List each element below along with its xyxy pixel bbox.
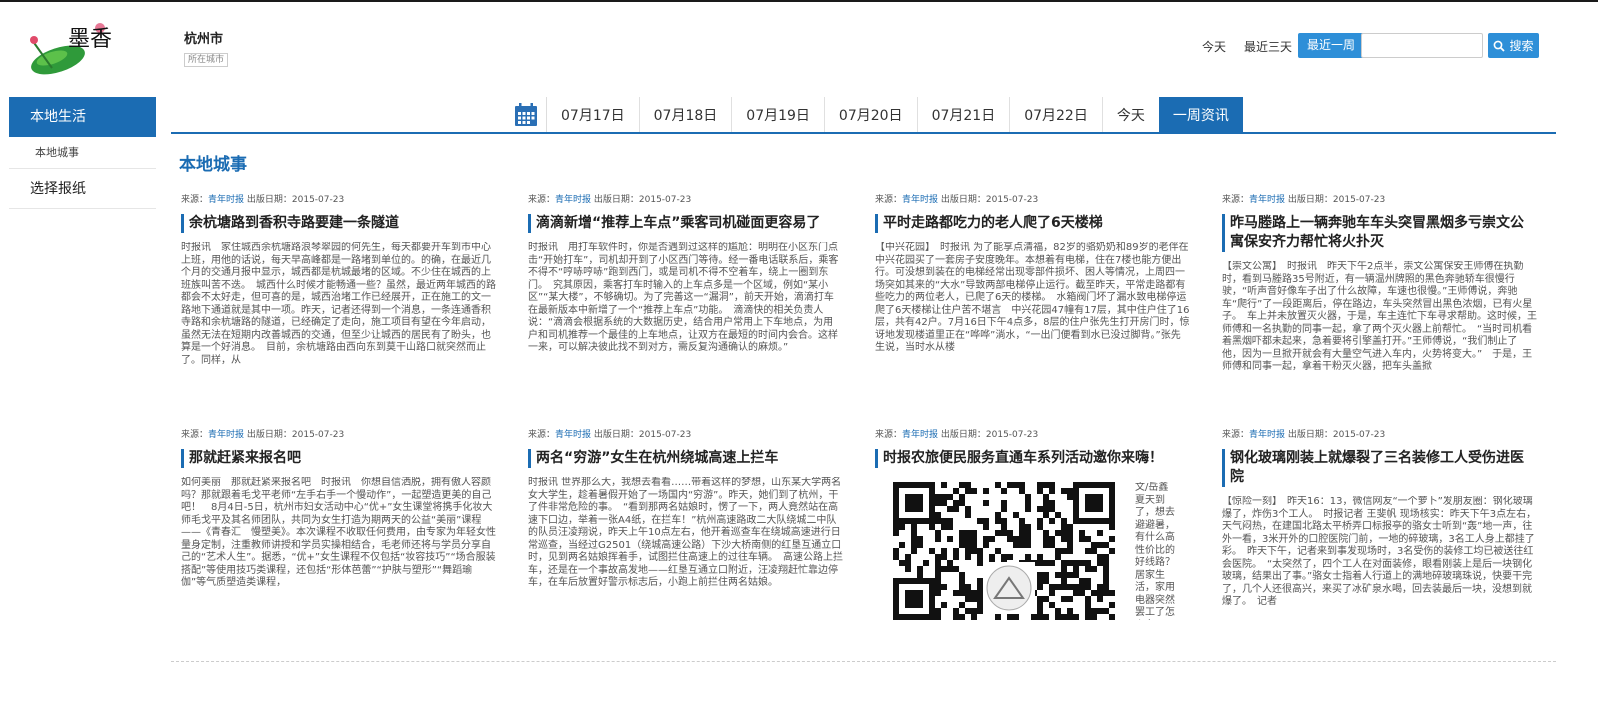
article-card: 来源：青年时报 出版日期：2015-07-23 滴滴新增“推荐上车点”乘客司机碰… — [528, 194, 843, 429]
tab-0717[interactable]: 07月17日 — [546, 97, 639, 132]
search-icon — [1494, 40, 1506, 52]
tabs-divider — [171, 132, 1556, 134]
range-lastweek-button[interactable]: 最近一周 — [1298, 33, 1365, 58]
article-qr-block: 文/岳鑫 夏天到了，想去避避暑，有什么高性价比的好线路？居家生活，家用电器突然罢… — [875, 482, 1190, 620]
article-source[interactable]: 青年时报 — [208, 430, 244, 440]
article-meta: 来源：青年时报 出版日期：2015-07-23 — [875, 430, 1039, 440]
article-meta: 来源：青年时报 出版日期：2015-07-23 — [528, 195, 692, 205]
article-title[interactable]: 时报农旅便民服务直通车系列活动邀你来嗨！ — [875, 449, 1190, 468]
article-source[interactable]: 青年时报 — [555, 430, 591, 440]
article-body: 【崇文公寓】 时报讯 昨天下午2点半，崇文公寓保安王师傅在执勤时，看到马塍路35… — [1222, 261, 1537, 372]
article-body: 时报讯 家住城西余杭塘路浪琴翠园的何先生，每天都要开车到市中心上班，用他的话说，… — [181, 242, 496, 366]
tab-today[interactable]: 今天 — [1101, 97, 1159, 132]
article-title[interactable]: 钢化玻璃刚装上就爆裂了三名装修工人受伤进医院 — [1222, 449, 1537, 487]
sidebar-item-choose-paper[interactable]: 选择报纸 — [9, 169, 156, 209]
article-card: 来源：青年时报 出版日期：2015-07-23 昨马塍路上一辆奔驰车车头突冒黑烟… — [1222, 194, 1537, 429]
qr-code-image — [875, 482, 1129, 620]
tab-0721[interactable]: 07月21日 — [916, 97, 1010, 132]
article-meta: 来源：青年时报 出版日期：2015-07-23 — [875, 195, 1039, 205]
search-button[interactable]: 搜索 — [1488, 33, 1539, 58]
article-title[interactable]: 那就赶紧来报名吧 — [181, 449, 496, 468]
article-title[interactable]: 昨马塍路上一辆奔驰车车头突冒黑烟多亏崇文公寓保安齐力帮忙将火扑灭 — [1222, 214, 1537, 252]
city-label: 所在城市 — [184, 53, 229, 67]
range-today-link[interactable]: 今天 — [1202, 38, 1226, 55]
article-body: 【中兴花园】 时报讯 为了能享点清福，82岁的骆奶奶和89岁的老伴在中兴花园买了… — [875, 242, 1190, 353]
article-source[interactable]: 青年时报 — [1249, 195, 1285, 205]
article-card: 来源：青年时报 出版日期：2015-07-23 时报农旅便民服务直通车系列活动邀… — [875, 429, 1190, 664]
city-block: 杭州市 所在城市 — [184, 28, 229, 67]
sidebar-item-local-life[interactable]: 本地生活 — [9, 97, 156, 137]
article-card: 来源：青年时报 出版日期：2015-07-23 平时走路都吃力的老人爬了6天楼梯… — [875, 194, 1190, 429]
article-source[interactable]: 青年时报 — [902, 430, 938, 440]
article-source[interactable]: 青年时报 — [1249, 430, 1285, 440]
article-card: 来源：青年时报 出版日期：2015-07-23 钢化玻璃刚装上就爆裂了三名装修工… — [1222, 429, 1537, 664]
bottom-divider — [171, 661, 1556, 662]
article-source[interactable]: 青年时报 — [902, 195, 938, 205]
city-name: 杭州市 — [184, 32, 224, 47]
article-card: 来源：青年时报 出版日期：2015-07-23 那就赶紧来报名吧 如何美丽 那就… — [181, 429, 496, 664]
section-title: 本地城事 — [179, 155, 247, 175]
article-meta: 来源：青年时报 出版日期：2015-07-23 — [528, 430, 692, 440]
article-source[interactable]: 青年时报 — [208, 195, 244, 205]
article-body: 文/岳鑫 夏天到了，想去避避暑，有什么高性价比的好线路？居家生活，家用电器突然罢… — [1135, 482, 1178, 620]
range-last3-link[interactable]: 最近三天 — [1244, 38, 1292, 55]
tab-week-news[interactable]: 一周资讯 — [1158, 97, 1243, 132]
sidebar: 本地生活 本地城事 选择报纸 — [9, 97, 156, 209]
article-meta: 来源：青年时报 出版日期：2015-07-23 — [181, 195, 345, 205]
article-body: 时报讯 用打车软件时，你是否遇到过这样的尴尬：明明在小区东门点击“开始打车”，司… — [528, 242, 839, 353]
article-card: 来源：青年时报 出版日期：2015-07-23 两名“穷游”女生在杭州绕城高速上… — [528, 429, 843, 664]
search-button-label: 搜索 — [1509, 39, 1534, 53]
search-input[interactable] — [1361, 33, 1483, 58]
article-body: 时报讯 世界那么大，我想去看看……带着这样的梦想，山东某大学两名女大学生，趁着暑… — [528, 477, 843, 588]
sidebar-subitem-local-news[interactable]: 本地城事 — [9, 137, 156, 169]
logo-text: 墨香 — [68, 27, 112, 52]
article-title[interactable]: 余杭塘路到香积寺路要建一条隧道 — [181, 214, 496, 233]
article-title[interactable]: 滴滴新增“推荐上车点”乘客司机碰面更容易了 — [528, 214, 843, 233]
article-title[interactable]: 平时走路都吃力的老人爬了6天楼梯 — [875, 214, 1190, 233]
tab-0719[interactable]: 07月19日 — [731, 97, 824, 132]
article-body: 如何美丽 那就赶紧来报名吧 时报讯 你想自信洒脱，拥有傲人容颜吗？那就跟着毛戈平… — [181, 477, 496, 588]
article-meta: 来源：青年时报 出版日期：2015-07-23 — [181, 430, 345, 440]
tab-0722[interactable]: 07月22日 — [1009, 97, 1102, 132]
tab-0718[interactable]: 07月18日 — [638, 97, 732, 132]
calendar-icon[interactable] — [506, 97, 546, 132]
article-title[interactable]: 两名“穷游”女生在杭州绕城高速上拦车 — [528, 449, 843, 468]
date-tabs: 07月17日 07月18日 07月19日 07月20日 07月21日 07月22… — [506, 97, 1243, 132]
article-card: 来源：青年时报 出版日期：2015-07-23 余杭塘路到香积寺路要建一条隧道 … — [181, 194, 496, 429]
article-meta: 来源：青年时报 出版日期：2015-07-23 — [1222, 430, 1386, 440]
article-source[interactable]: 青年时报 — [555, 195, 591, 205]
article-body: 【惊险一刻】 昨天16：13，微信网友“一个萝卜”发朋友圈：钢化玻璃爆了，炸伤3… — [1222, 496, 1537, 607]
article-grid: 来源：青年时报 出版日期：2015-07-23 余杭塘路到香积寺路要建一条隧道 … — [181, 194, 1551, 664]
tab-0720[interactable]: 07月20日 — [823, 97, 917, 132]
site-logo[interactable]: 墨香 — [22, 20, 112, 82]
article-meta: 来源：青年时报 出版日期：2015-07-23 — [1222, 195, 1386, 205]
